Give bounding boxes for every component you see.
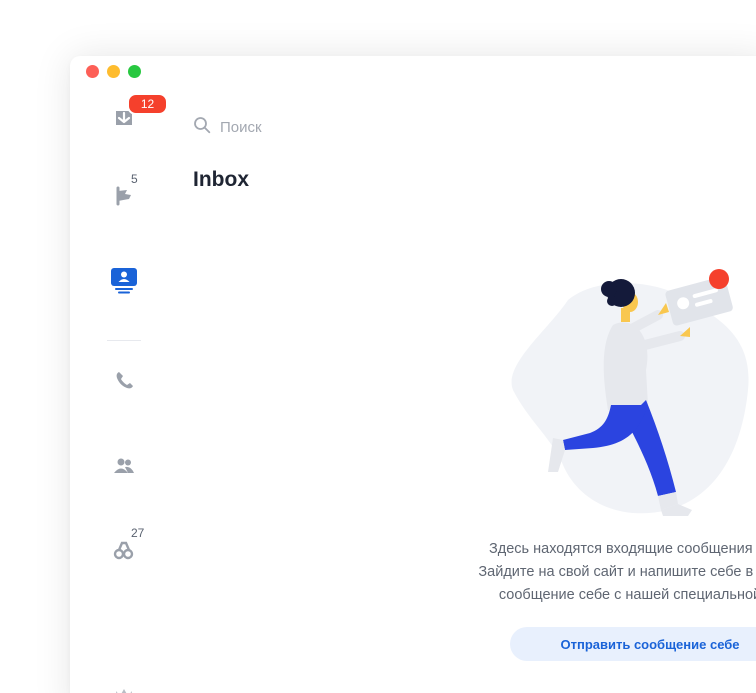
search-icon (193, 116, 211, 139)
contact-card-icon (110, 266, 138, 294)
visitors-count: 27 (131, 526, 145, 540)
search-bar[interactable]: Поиск (193, 116, 262, 139)
team-icon (113, 456, 135, 476)
page-title: Inbox (193, 168, 249, 191)
chats-count: 5 (131, 172, 138, 186)
visitors-icon (113, 539, 135, 561)
crown-icon (113, 683, 135, 693)
empty-state-description: Здесь находятся входящие сообщения от За… (370, 538, 756, 607)
sidebar-item-team[interactable] (108, 450, 140, 482)
empty-state-line-1: Здесь находятся входящие сообщения от (489, 541, 756, 557)
empty-state-line-2: Зайдите на свой сайт и напишите себе в ч… (478, 564, 756, 580)
chats-icon (113, 185, 135, 207)
rail-divider (107, 340, 141, 341)
empty-state-line-3: сообщение себе с нашей специальной (498, 587, 756, 603)
sidebar-item-visitors[interactable]: 27 (108, 526, 144, 566)
sidebar-item-contacts[interactable] (108, 264, 140, 296)
phone-icon (114, 370, 134, 390)
sidebar-item-inbox[interactable]: 12 (108, 93, 168, 134)
sidebar-item-chats[interactable]: 5 (108, 172, 140, 212)
inbox-unread-badge: 12 (127, 93, 168, 115)
sidebar-item-calls[interactable] (108, 364, 140, 396)
app-window: 12 5 27 Поиск Inbox Здесь находятся вход… (70, 56, 756, 693)
sidebar-item-more[interactable] (108, 678, 140, 693)
search-input[interactable]: Поиск (220, 119, 262, 136)
sidebar-rail: 12 5 27 (70, 56, 178, 693)
empty-state-illustration (508, 260, 756, 525)
send-message-to-self-button[interactable]: Отправить сообщение себе (510, 627, 756, 661)
